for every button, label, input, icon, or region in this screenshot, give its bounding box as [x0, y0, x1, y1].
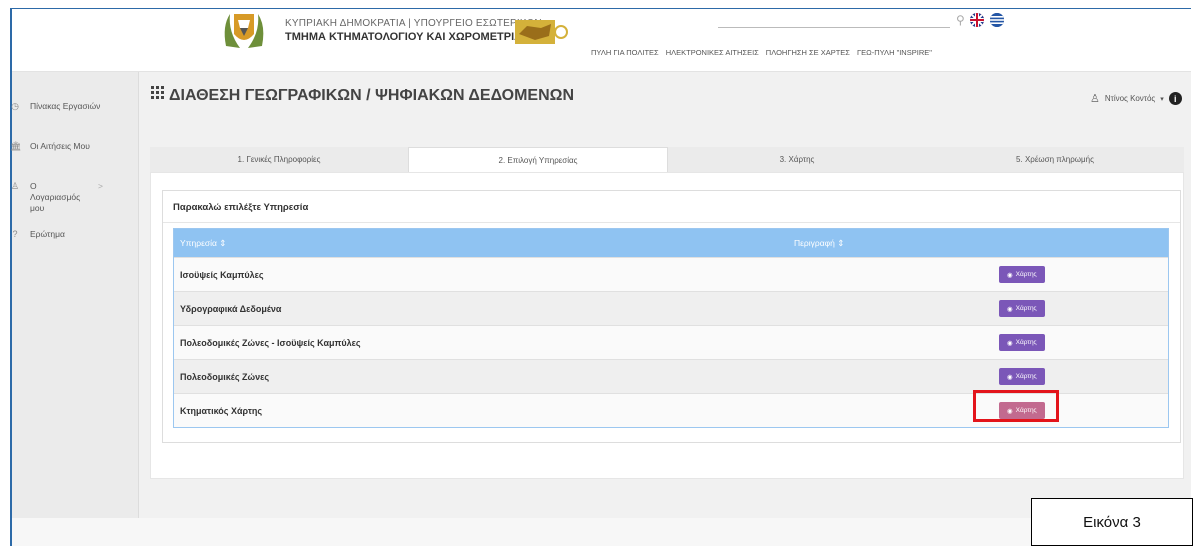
bank-icon: 🏛 — [10, 141, 22, 151]
top-link-inspire[interactable]: ΓΕΩ-ΠΥΛΗ "INSPIRE" — [857, 48, 932, 57]
clock-icon: ◷ — [11, 101, 19, 111]
logo-title: ΤΜΗΜΑ ΚΤΗΜΑΤΟΛΟΓΙΟΥ ΚΑΙ ΧΩΡΟΜΕΤΡΙΑΣ — [285, 31, 529, 43]
map-stamp-icon — [515, 20, 568, 44]
eye-icon: ◉ — [1007, 305, 1013, 313]
page-title-text: ΔΙΑΘΕΣΗ ΓΕΩΓΡΑΦΙΚΩΝ / ΨΗΦΙΑΚΩΝ ΔΕΔΟΜΕΝΩΝ — [169, 87, 575, 104]
wizard-tabs: 1. Γενικές Πληροφορίες 2. Επιλογή Υπηρεσ… — [150, 147, 1184, 172]
sidebar-item-account[interactable]: ♙ Ο Λογαριασμός μου > — [10, 181, 120, 214]
question-icon: ? — [12, 229, 18, 239]
top-nav-links: ΠΥΛΗ ΓΙΑ ΠΟΛΙΤΕΣ ΗΛΕΚΤΡΟΝΙΚΕΣ ΑΙΤΗΣΕΙΣ Π… — [591, 48, 932, 57]
map-button[interactable]: ◉ Χάρτης — [999, 368, 1045, 385]
page-title: ΔΙΑΘΕΣΗ ΓΕΩΓΡΑΦΙΚΩΝ / ΨΗΦΙΑΚΩΝ ΔΕΔΟΜΕΝΩΝ — [151, 86, 574, 105]
user-icon: ♙ — [10, 181, 20, 191]
service-name: Υδρογραφικά Δεδομένα — [180, 303, 282, 314]
table-row: Πολεοδομικές Ζώνες ◉ Χάρτης — [174, 359, 1168, 393]
sidebar — [12, 72, 139, 518]
logo-subtitle: ΚΥΠΡΙΑΚΗ ΔΗΜΟΚΡΑΤΙΑ | ΥΠΟΥΡΓΕΙΟ ΕΣΩΤΕΡΙΚ… — [285, 18, 542, 29]
map-button-label: Χάρτης — [1015, 305, 1037, 312]
sidebar-item-label: Ο Λογαριασμός μου — [30, 181, 81, 213]
column-header-service[interactable]: Υπηρεσία ⇕ — [174, 238, 794, 249]
service-name: Πολεοδομικές Ζώνες — [180, 371, 270, 382]
sidebar-item-label: Πίνακας Εργασιών — [30, 101, 101, 111]
search-icon[interactable]: ⚲ — [956, 13, 965, 27]
eye-icon: ◉ — [1007, 339, 1013, 347]
eye-icon: ◉ — [1007, 271, 1013, 279]
top-header — [12, 9, 1191, 72]
map-button-label: Χάρτης — [1015, 373, 1037, 380]
sidebar-item-label: Οι Αιτήσεις Μου — [30, 141, 90, 151]
sidebar-item-label: Ερώτημα — [30, 229, 65, 239]
sidebar-item-dashboard[interactable]: ◷ Πίνακας Εργασιών — [10, 101, 100, 112]
top-link-citizens[interactable]: ΠΥΛΗ ΓΙΑ ΠΟΛΙΤΕΣ — [591, 48, 659, 57]
grid-icon — [151, 86, 165, 105]
highlight-annotation — [973, 390, 1059, 422]
column-header-description[interactable]: Περιγραφή ⇕ — [794, 238, 1168, 249]
search-input[interactable] — [718, 27, 950, 28]
tab-service-selection[interactable]: 2. Επιλογή Υπηρεσίας — [408, 147, 668, 172]
map-button-label: Χάρτης — [1015, 271, 1037, 278]
service-name: Πολεοδομικές Ζώνες - Ισοϋψείς Καμπύλες — [180, 337, 361, 348]
top-link-maps[interactable]: ΠΛΟΗΓΗΣΗ ΣΕ ΧΑΡΤΕΣ — [766, 48, 850, 57]
tab-map[interactable]: 3. Χάρτης — [668, 147, 926, 172]
caret-down-icon: ▾ — [1160, 95, 1164, 103]
coat-of-arms-icon — [224, 14, 264, 48]
table-row: Πολεοδομικές Ζώνες - Ισοϋψείς Καμπύλες ◉… — [174, 325, 1168, 359]
user-icon: ♙ — [1090, 93, 1100, 105]
uk-flag-icon[interactable] — [970, 13, 984, 27]
table-row: Υδρογραφικά Δεδομένα ◉ Χάρτης — [174, 291, 1168, 325]
map-button-label: Χάρτης — [1015, 339, 1037, 346]
footer-strip — [12, 518, 1031, 546]
sidebar-item-applications[interactable]: 🏛 Οι Αιτήσεις Μου — [10, 141, 90, 152]
service-name: Κτηματικός Χάρτης — [180, 405, 263, 416]
map-button[interactable]: ◉ Χάρτης — [999, 266, 1045, 283]
map-button[interactable]: ◉ Χάρτης — [999, 334, 1045, 351]
user-name: Ντίνος Κοντός — [1104, 94, 1156, 103]
table-header: Υπηρεσία ⇕ Περιγραφή ⇕ — [174, 229, 1168, 257]
top-link-eapplications[interactable]: ΗΛΕΚΤΡΟΝΙΚΕΣ ΑΙΤΗΣΕΙΣ — [666, 48, 759, 57]
sidebar-item-query[interactable]: ? Ερώτημα — [10, 229, 65, 239]
table-row: Ισοϋψείς Καμπύλες ◉ Χάρτης — [174, 257, 1168, 291]
chevron-right-icon: > — [98, 181, 103, 191]
greek-flag-icon[interactable] — [990, 13, 1004, 27]
map-button[interactable]: ◉ Χάρτης — [999, 300, 1045, 317]
tab-general-info[interactable]: 1. Γενικές Πληροφορίες — [150, 147, 408, 172]
tab-payment[interactable]: 5. Χρέωση πληρωμής — [926, 147, 1184, 172]
user-menu[interactable]: ♙ Ντίνος Κοντός ▾ i — [1090, 92, 1182, 105]
service-name: Ισοϋψείς Καμπύλες — [180, 269, 264, 280]
eye-icon: ◉ — [1007, 373, 1013, 381]
info-icon[interactable]: i — [1168, 92, 1182, 105]
card-heading: Παρακαλώ επιλέξτε Υπηρεσία — [163, 191, 1180, 223]
figure-caption: Εικόνα 3 — [1031, 498, 1193, 546]
